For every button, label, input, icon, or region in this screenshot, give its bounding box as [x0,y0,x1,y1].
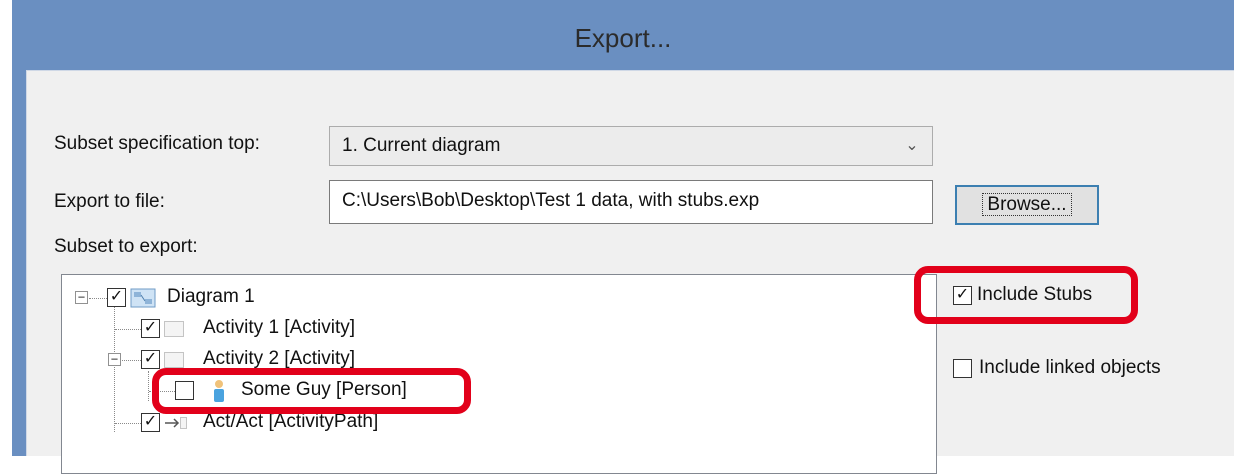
subset-spec-label: Subset specification top: [54,133,260,154]
tree-node-label: Activity 1 [Activity] [203,317,356,338]
tree-node-act-act[interactable]: ✓ Act/Act [ActivityPath] [62,411,932,435]
include-linked-label: Include linked objects [979,357,1161,378]
tree-connector [115,329,141,330]
tree-connector [122,360,141,361]
include-linked-checkbox[interactable] [953,359,972,378]
tree-node-label: Activity 2 [Activity] [203,348,356,369]
activity-path-icon [164,415,188,437]
subset-spec-dropdown[interactable]: 1. Current diagram ⌄ [329,126,933,166]
activity-icon [164,321,184,343]
include-linked-option[interactable]: Include linked objects [953,356,1233,380]
collapse-icon[interactable]: − [75,291,88,304]
tree-node-checkbox[interactable]: ✓ [141,350,160,369]
export-file-input[interactable]: C:\Users\Bob\Desktop\Test 1 data, with s… [329,180,933,224]
subset-spec-value: 1. Current diagram [342,135,501,156]
tree-node-activity-1[interactable]: ✓ Activity 1 [Activity] [62,317,932,341]
tree-connector [89,298,107,299]
stubs-highlight-box [914,266,1138,324]
subset-export-label: Subset to export: [54,236,198,257]
browse-button[interactable]: Browse... [955,185,1099,225]
diagram-icon [130,287,156,315]
tree-node-checkbox[interactable]: ✓ [141,413,160,432]
tree-node-checkbox[interactable]: ✓ [141,319,160,338]
tree-node-checkbox[interactable]: ✓ [107,288,126,307]
chevron-down-icon[interactable]: ⌄ [902,127,922,165]
tree-connector [115,423,141,424]
tree-node-diagram-1[interactable]: − ✓ Diagram 1 [62,286,932,310]
tree-node-label: Diagram 1 [167,286,255,307]
person-highlight-box [152,368,471,414]
browse-button-label: Browse... [982,193,1072,216]
tree-node-label: Act/Act [ActivityPath] [203,411,379,432]
collapse-icon[interactable]: − [108,353,121,366]
export-file-label: Export to file: [54,191,165,212]
dialog-title: Export... [574,23,672,53]
